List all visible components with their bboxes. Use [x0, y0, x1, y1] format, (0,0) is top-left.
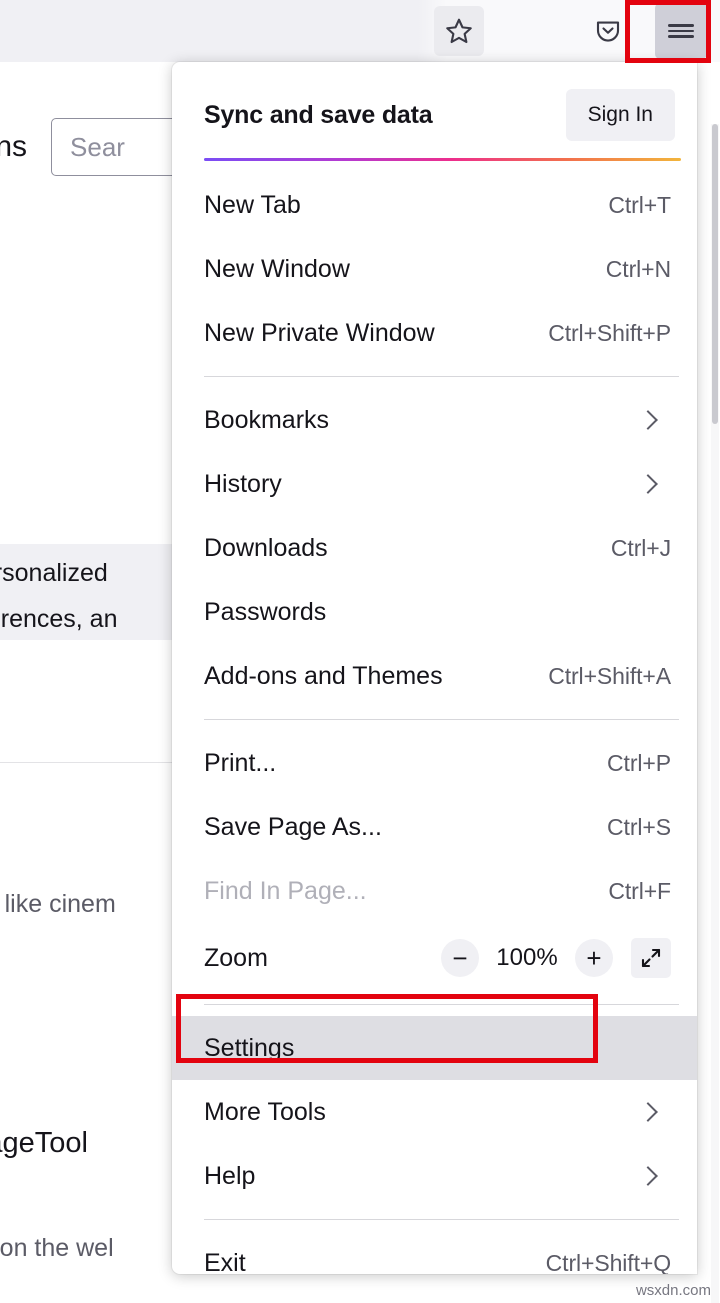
page-scrollbar-thumb[interactable]	[712, 124, 718, 424]
menu-item-label: Exit	[204, 1249, 246, 1275]
chevron-right-icon	[638, 1166, 658, 1186]
menu-separator	[204, 1219, 679, 1220]
zoom-level-value[interactable]: 100%	[491, 944, 563, 972]
menu-item-print[interactable]: Print... Ctrl+P	[172, 731, 697, 795]
zoom-controls: −100% +	[441, 938, 671, 978]
sign-in-button[interactable]: Sign In	[566, 89, 675, 141]
menu-item-label: Save Page As...	[204, 813, 382, 842]
menu-item-find-in-page: Find In Page... Ctrl+F	[172, 859, 697, 923]
menu-item-exit[interactable]: Exit Ctrl+Shift+Q	[172, 1231, 697, 1274]
menu-separator	[204, 376, 679, 377]
menu-item-shortcut: Ctrl+Shift+Q	[546, 1250, 671, 1275]
menu-item-label: New Tab	[204, 191, 301, 220]
chevron-right-icon	[638, 474, 658, 494]
menu-item-label: Help	[204, 1162, 255, 1191]
bookmark-star-button[interactable]	[434, 6, 484, 56]
screenshot-root: d-ons Sear personalized eferences, an re…	[0, 0, 720, 1303]
menu-item-label: Find In Page...	[204, 877, 367, 906]
menu-item-shortcut: Ctrl+P	[607, 750, 671, 777]
zoom-out-button[interactable]: −	[441, 939, 479, 977]
menu-separator	[204, 1004, 679, 1005]
menu-item-save-page-as[interactable]: Save Page As... Ctrl+S	[172, 795, 697, 859]
menu-item-shortcut: Ctrl+Shift+A	[548, 663, 671, 690]
chevron-right-icon	[638, 1102, 658, 1122]
menu-item-label: Settings	[204, 1034, 294, 1063]
sync-title: Sync and save data	[204, 101, 432, 130]
background-addons-title: d-ons	[0, 130, 27, 164]
menu-item-more-tools[interactable]: More Tools	[172, 1080, 697, 1144]
menu-item-passwords[interactable]: Passwords	[172, 580, 697, 644]
fullscreen-expand-icon	[639, 946, 663, 970]
zoom-row: Zoom −100% +	[172, 923, 697, 993]
menu-item-downloads[interactable]: Downloads Ctrl+J	[172, 516, 697, 580]
menu-item-shortcut: Ctrl+F	[608, 878, 671, 905]
background-search-placeholder: Sear	[70, 132, 125, 163]
pocket-save-button[interactable]	[583, 6, 633, 56]
pocket-icon	[593, 16, 623, 46]
menu-item-label: Passwords	[204, 598, 326, 627]
application-menu-button[interactable]	[655, 3, 707, 59]
menu-item-label: New Private Window	[204, 319, 435, 348]
menu-item-label: New Window	[204, 255, 350, 284]
menu-item-label: Downloads	[204, 534, 328, 563]
sync-header: Sync and save data Sign In	[172, 62, 697, 142]
menu-item-new-tab[interactable]: New Tab Ctrl+T	[172, 173, 697, 237]
watermark-text: wsxdn.com	[636, 1282, 711, 1299]
menu-item-history[interactable]: History	[172, 452, 697, 516]
fullscreen-button[interactable]	[631, 938, 671, 978]
menu-item-shortcut: Ctrl+Shift+P	[548, 320, 671, 347]
menu-item-label: Print...	[204, 749, 276, 778]
menu-item-shortcut: Ctrl+J	[611, 535, 671, 562]
menu-items-list: New Tab Ctrl+T New Window Ctrl+N New Private…	[172, 161, 697, 1274]
application-menu-panel: Sync and save data Sign In New Tab Ctrl+T…	[172, 62, 697, 1274]
zoom-in-button[interactable]: +	[575, 939, 613, 977]
zoom-label: Zoom	[204, 944, 268, 973]
menu-item-settings[interactable]: Settings	[172, 1016, 697, 1080]
menu-item-bookmarks[interactable]: Bookmarks	[172, 388, 697, 452]
menu-item-label: More Tools	[204, 1098, 326, 1127]
menu-item-label: Add-ons and Themes	[204, 662, 443, 691]
chevron-right-icon	[638, 410, 658, 430]
menu-item-help[interactable]: Help	[172, 1144, 697, 1208]
menu-item-new-window[interactable]: New Window Ctrl+N	[172, 237, 697, 301]
menu-item-label: History	[204, 470, 282, 499]
star-icon	[444, 16, 474, 46]
menu-item-new-private-window[interactable]: New Private Window Ctrl+Shift+P	[172, 301, 697, 365]
menu-item-label: Bookmarks	[204, 406, 329, 435]
menu-separator	[204, 719, 679, 720]
menu-item-shortcut: Ctrl+N	[606, 256, 671, 283]
menu-item-shortcut: Ctrl+T	[608, 192, 671, 219]
hamburger-menu-icon	[668, 21, 694, 42]
menu-item-shortcut: Ctrl+S	[607, 814, 671, 841]
menu-item-add-ons-and-themes[interactable]: Add-ons and Themes Ctrl+Shift+A	[172, 644, 697, 708]
